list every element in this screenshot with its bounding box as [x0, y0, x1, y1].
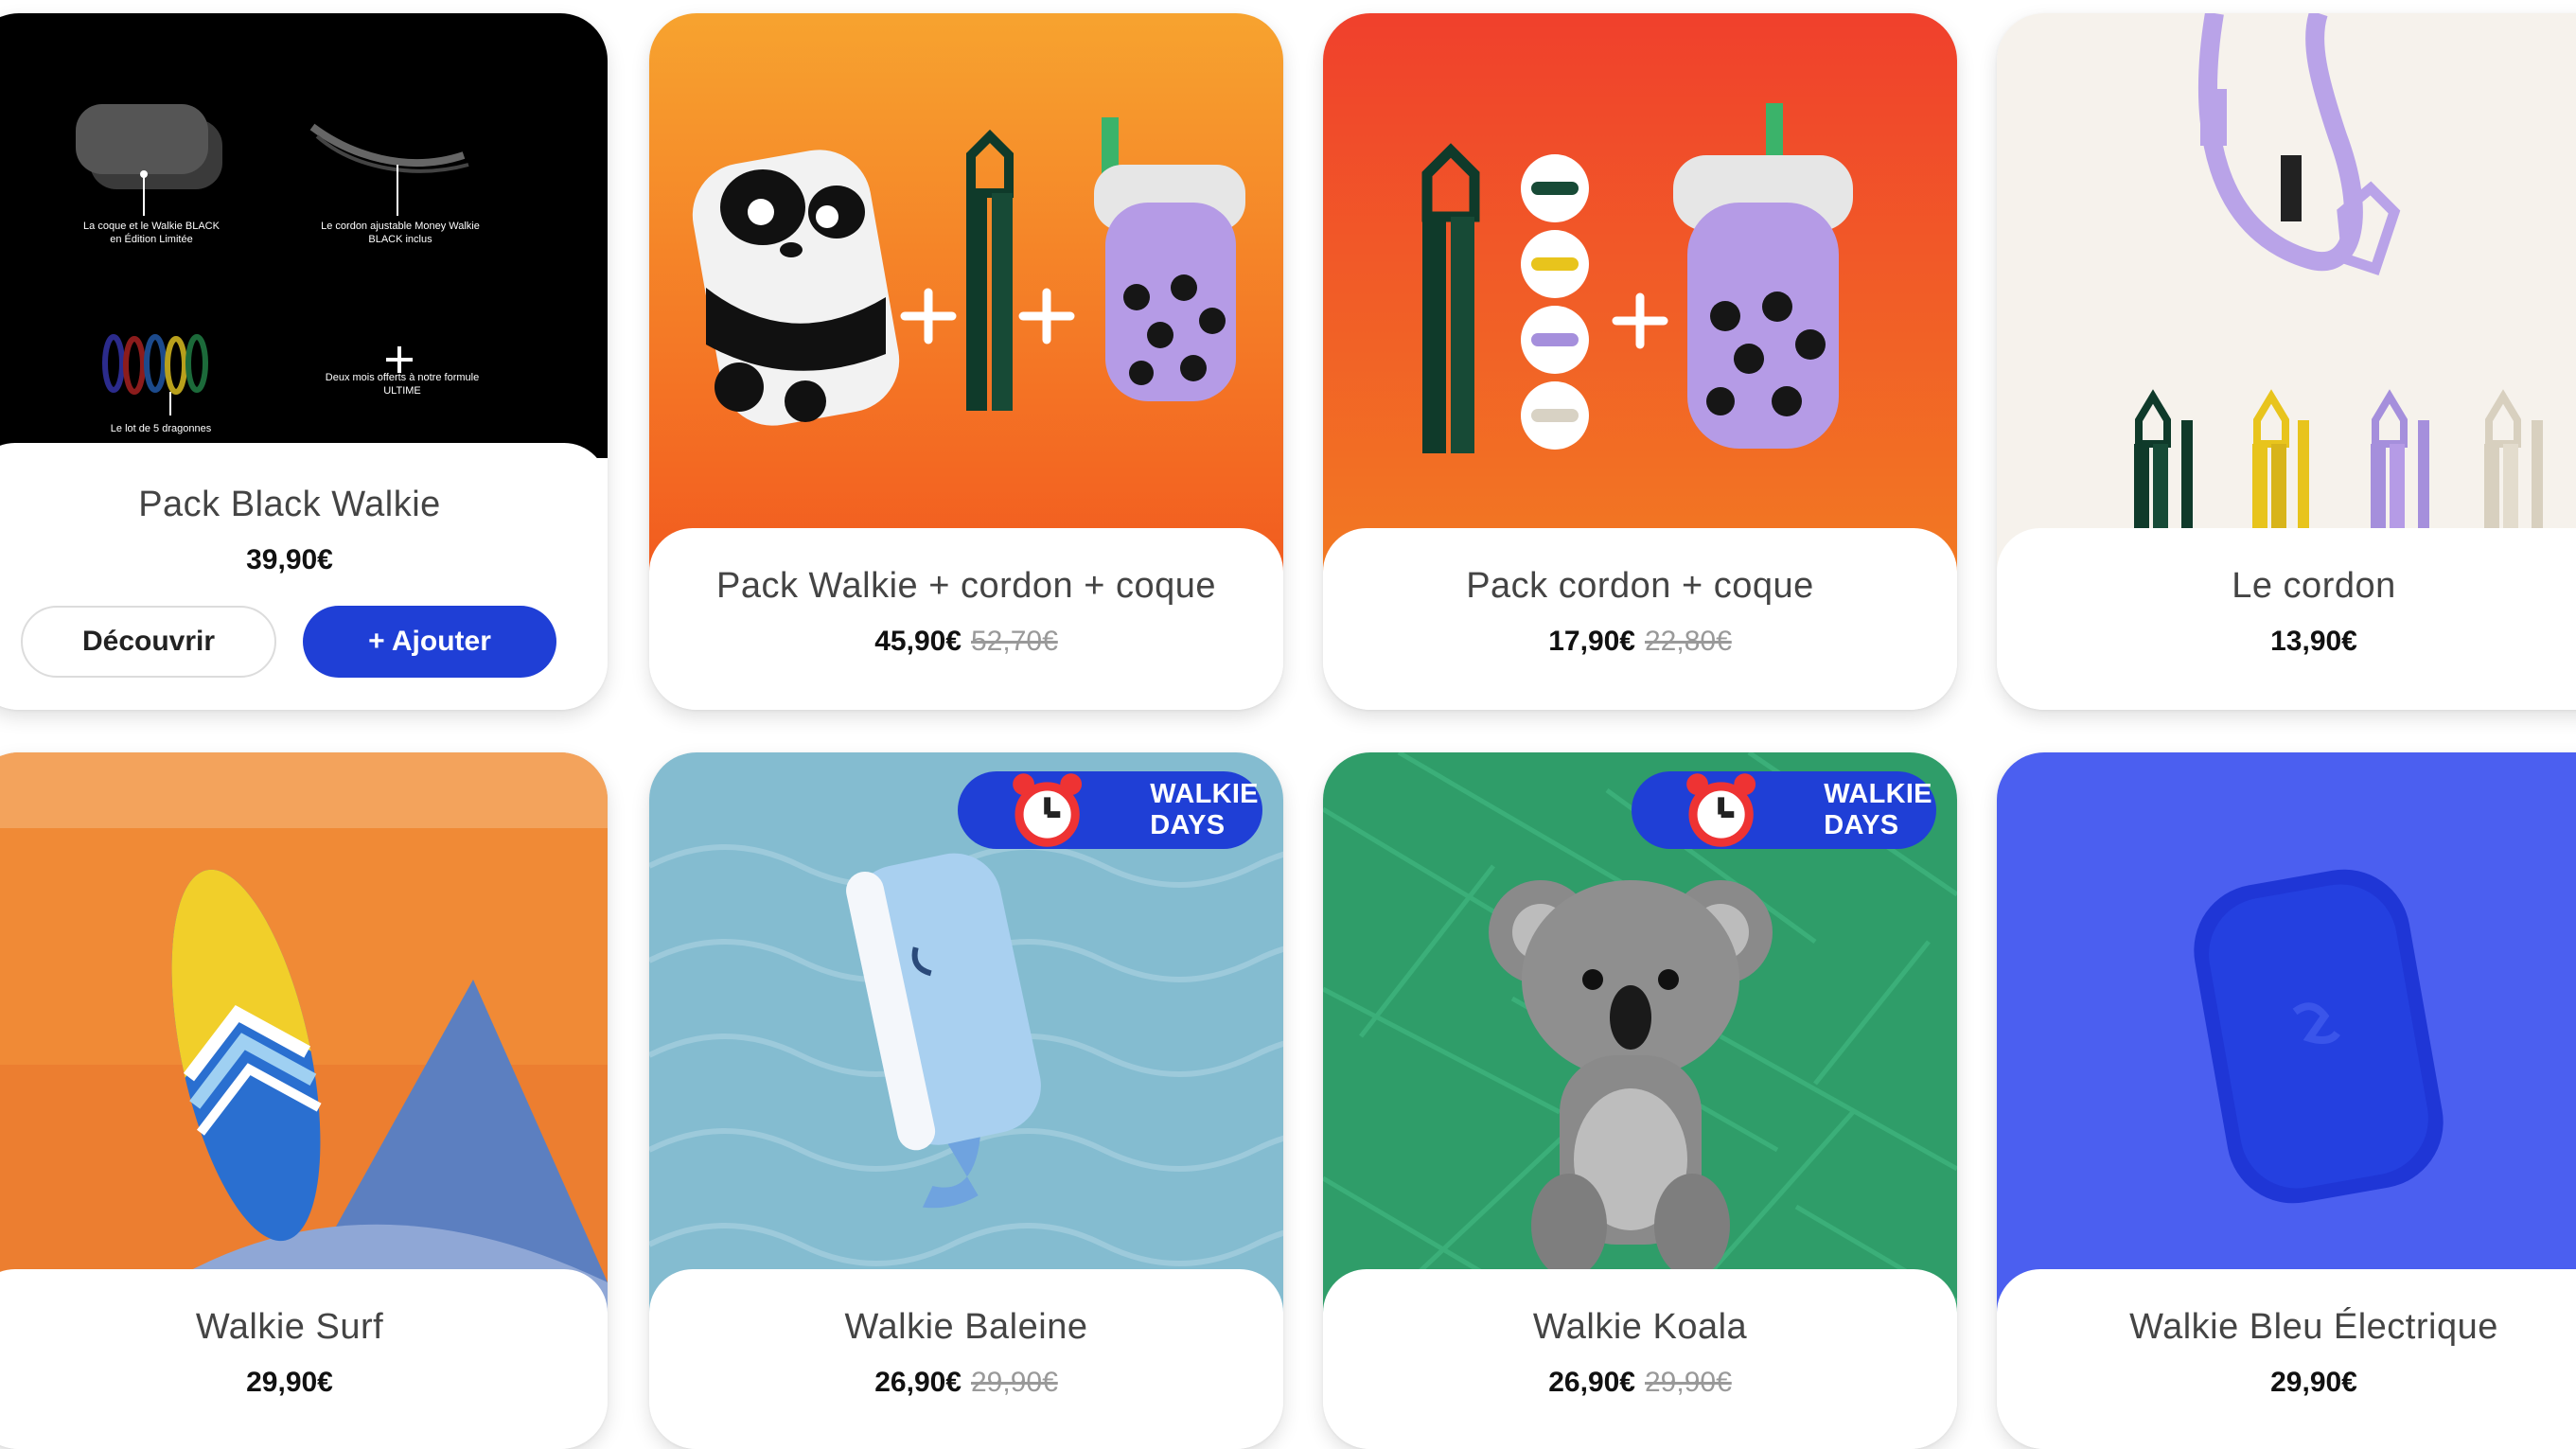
price-row: 17,90€ 22,80€: [1323, 626, 1957, 658]
product-info: Le cordon 13,90€: [1997, 528, 2576, 710]
price: 45,90€: [874, 626, 962, 657]
price: 39,90€: [246, 544, 333, 575]
alarm-clock-icon: [1686, 773, 1756, 847]
price-row: 13,90€: [1997, 626, 2576, 658]
caption-case: La coque et le Walkie BLACK en Édition L…: [83, 221, 220, 245]
product-card-pack-walkie-cordon-coque[interactable]: Pack Walkie + cordon + coque 45,90€ 52,70…: [649, 13, 1283, 710]
caption-straps: Le lot de 5 dragonnes: [110, 423, 212, 434]
product-info: Walkie Koala 26,90€ 29,90€: [1323, 1269, 1957, 1449]
price: 29,90€: [246, 1367, 333, 1398]
price: 26,90€: [874, 1367, 962, 1398]
product-image-pack-black[interactable]: La coque et le Walkie BLACK en Édition L…: [0, 13, 608, 458]
price: 13,90€: [2270, 626, 2357, 657]
product-image-cordon[interactable]: [1997, 13, 2576, 581]
price-row: 39,90€: [0, 544, 608, 576]
badge-label: WALKIE DAYS: [1150, 779, 1259, 840]
product-image-baleine[interactable]: WALKIE DAYS: [649, 752, 1283, 1320]
old-price: 29,90€: [971, 1367, 1058, 1398]
price-row: 29,90€: [0, 1367, 608, 1399]
product-info: Walkie Surf 29,90€: [0, 1269, 608, 1449]
product-card-walkie-koala[interactable]: WALKIE DAYS Walkie Koala 26,90€ 29,90€: [1323, 752, 1957, 1449]
product-title[interactable]: Le cordon: [1997, 566, 2576, 607]
product-title[interactable]: Walkie Surf: [0, 1307, 608, 1348]
walkie-days-badge: WALKIE DAYS: [958, 771, 1262, 849]
old-price: 52,70€: [971, 626, 1058, 657]
old-price: 22,80€: [1645, 626, 1732, 657]
product-card-pack-cordon-coque[interactable]: Pack cordon + coque 17,90€ 22,80€: [1323, 13, 1957, 710]
product-title[interactable]: Pack Walkie + cordon + coque: [649, 566, 1283, 607]
product-card-pack-black-walkie[interactable]: La coque et le Walkie BLACK en Édition L…: [0, 13, 608, 710]
walkie-days-badge: WALKIE DAYS: [1632, 771, 1936, 849]
caption-cord: Le cordon ajustable Money Walkie BLACK i…: [321, 221, 480, 245]
product-image-surf[interactable]: [0, 752, 608, 1320]
product-info: Walkie Bleu Électrique 29,90€: [1997, 1269, 2576, 1449]
price-row: 26,90€ 29,90€: [649, 1367, 1283, 1399]
price-row: 26,90€ 29,90€: [1323, 1367, 1957, 1399]
old-price: 29,90€: [1645, 1367, 1732, 1398]
badge-label: WALKIE DAYS: [1824, 779, 1932, 840]
product-info: Walkie Baleine 26,90€ 29,90€: [649, 1269, 1283, 1449]
price-row: 45,90€ 52,70€: [649, 626, 1283, 658]
product-image-cord-pack[interactable]: [1323, 13, 1957, 581]
product-image-koala[interactable]: WALKIE DAYS: [1323, 752, 1957, 1320]
product-info: Pack Walkie + cordon + coque 45,90€ 52,70…: [649, 528, 1283, 710]
product-title[interactable]: Pack cordon + coque: [1323, 566, 1957, 607]
add-to-cart-button[interactable]: + Ajouter: [303, 606, 556, 678]
product-info: Pack Black Walkie 39,90€ Découvrir + Ajo…: [0, 443, 608, 710]
product-info: Pack cordon + coque 17,90€ 22,80€: [1323, 528, 1957, 710]
caption-months: Deux mois offerts à notre formule ULTIME: [325, 372, 480, 397]
alarm-clock-icon: [1013, 773, 1083, 847]
discover-button[interactable]: Découvrir: [21, 606, 276, 678]
product-image-panda-pack[interactable]: [649, 13, 1283, 581]
product-card-walkie-baleine[interactable]: WALKIE DAYS Walkie Baleine 26,90€ 29,90€: [649, 752, 1283, 1449]
product-title[interactable]: Walkie Bleu Électrique: [1997, 1307, 2576, 1348]
product-image-bleu-electrique[interactable]: [1997, 752, 2576, 1320]
product-title[interactable]: Pack Black Walkie: [0, 485, 608, 525]
product-card-le-cordon[interactable]: Le cordon 13,90€: [1997, 13, 2576, 710]
product-title[interactable]: Walkie Koala: [1323, 1307, 1957, 1348]
product-title[interactable]: Walkie Baleine: [649, 1307, 1283, 1348]
price: 29,90€: [2270, 1367, 2357, 1398]
product-card-walkie-bleu-electrique[interactable]: Walkie Bleu Électrique 29,90€: [1997, 752, 2576, 1449]
price-row: 29,90€: [1997, 1367, 2576, 1399]
product-card-walkie-surf[interactable]: Walkie Surf 29,90€: [0, 752, 608, 1449]
price: 26,90€: [1548, 1367, 1635, 1398]
price: 17,90€: [1548, 626, 1635, 657]
